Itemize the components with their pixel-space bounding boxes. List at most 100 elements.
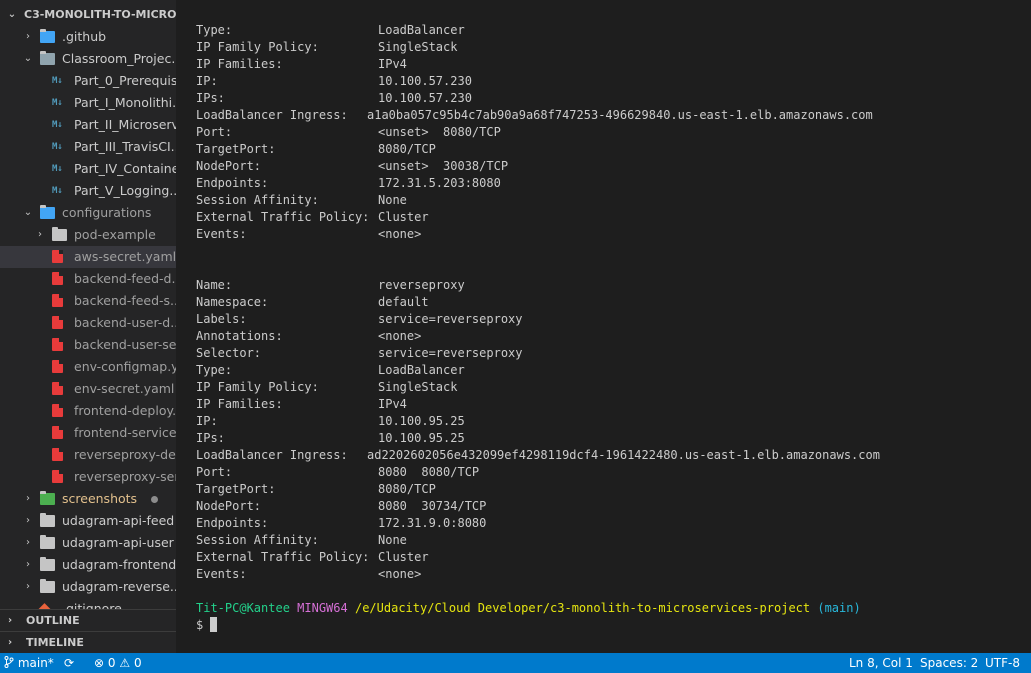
explorer-item[interactable]: › udagram-reverse...	[0, 576, 176, 598]
chevron-right-icon: ›	[8, 637, 13, 648]
terminal-value: 8080 8080/TCP	[378, 465, 480, 479]
explorer-item[interactable]: env-secret.yaml	[0, 378, 176, 400]
explorer-item[interactable]: aws-secret.yaml	[0, 246, 176, 268]
modified-dot-icon	[151, 496, 158, 503]
terminal-key: Port:	[196, 125, 233, 139]
terminal-value: <none>	[378, 567, 422, 581]
terminal-line: Name: reverseproxy	[196, 277, 880, 294]
status-bar: main* ⟳ ⊗ 0 ⚠ 0 Ln 8, Col 1 Spaces: 2 UT…	[0, 653, 1031, 673]
outline-label: OUTLINE	[26, 614, 80, 627]
yaml-file-icon	[52, 250, 63, 263]
explorer-item[interactable]: env-configmap.y...	[0, 356, 176, 378]
terminal-value: <none>	[378, 227, 422, 241]
explorer-root-folder[interactable]: ⌄ C3-MONOLITH-TO-MICRO...	[0, 4, 176, 26]
terminal-key: IP Family Policy:	[196, 380, 319, 394]
chevron-right-icon: ›	[8, 615, 13, 626]
terminal-value: 8080/TCP	[378, 482, 436, 496]
explorer-item[interactable]: › pod-example	[0, 224, 176, 246]
explorer-item-label: Part_I_Monolithi...	[74, 95, 176, 110]
markdown-file-icon: M↓	[52, 76, 63, 86]
terminal-key: Port:	[196, 465, 233, 479]
terminal-key: Events:	[196, 227, 247, 241]
terminal-value: <unset> 8080/TCP	[378, 125, 501, 139]
chevron-right-icon: ›	[38, 229, 42, 240]
terminal-panel[interactable]: Type: LoadBalancer IP Family Policy: Single…	[176, 0, 1031, 653]
explorer-item-label: backend-feed-d...	[74, 271, 176, 286]
terminal-line: IP: 10.100.95.25	[196, 413, 880, 430]
chevron-right-icon: ›	[26, 559, 30, 570]
explorer-item-label: backend-feed-s...	[74, 293, 176, 308]
indentation-setting[interactable]: Spaces: 2	[920, 653, 978, 673]
terminal-value: service=reverseproxy	[378, 346, 523, 360]
explorer-item[interactable]: reverseproxy-ser...	[0, 466, 176, 488]
explorer-item[interactable]: backend-user-se...	[0, 334, 176, 356]
explorer-item[interactable]: › udagram-api-feed	[0, 510, 176, 532]
explorer-item[interactable]: ⌄ Classroom_Projec...	[0, 48, 176, 70]
terminal-key: TargetPort:	[196, 482, 276, 496]
prompt-path: /e/Udacity/Cloud Developer/c3-monolith-t…	[354, 601, 811, 615]
explorer-item[interactable]: backend-user-d...	[0, 312, 176, 334]
explorer-item[interactable]: M↓ Part_V_Logging....	[0, 180, 176, 202]
terminal-value: IPv4	[378, 397, 407, 411]
terminal-key: LoadBalancer Ingress:	[196, 448, 348, 462]
terminal-key: Name:	[196, 278, 233, 292]
yaml-file-icon	[52, 294, 63, 307]
timeline-panel-header[interactable]: › TIMELINE	[0, 631, 176, 653]
terminal-input-line[interactable]: $	[196, 617, 880, 634]
explorer-item-label: Part_IV_Containe...	[74, 161, 176, 176]
terminal-key: Endpoints:	[196, 516, 269, 530]
explorer-item[interactable]: frontend-service...	[0, 422, 176, 444]
chevron-right-icon: ›	[26, 537, 30, 548]
outline-panel-header[interactable]: › OUTLINE	[0, 609, 176, 632]
explorer-item[interactable]: › udagram-frontend	[0, 554, 176, 576]
prompt-shell: MINGW64	[297, 601, 348, 615]
terminal-value: Cluster	[378, 550, 429, 564]
branch-status[interactable]: main*	[4, 653, 54, 673]
branch-name: main*	[17, 656, 54, 670]
explorer-item[interactable]: ⌄ configurations	[0, 202, 176, 224]
terminal-key: Endpoints:	[196, 176, 269, 190]
terminal-line: External Traffic Policy: Cluster	[196, 549, 880, 566]
explorer-item[interactable]: M↓ Part_III_TravisCI....	[0, 136, 176, 158]
cursor-position[interactable]: Ln 8, Col 1	[849, 653, 913, 673]
terminal-value: IPv4	[378, 57, 407, 71]
terminal-key: NodePort:	[196, 159, 262, 173]
terminal-prompt-line: Tit-PC@Kantee MINGW64 /e/Udacity/Cloud D…	[196, 600, 880, 617]
terminal-line: Port: <unset> 8080/TCP	[196, 124, 880, 141]
file-encoding[interactable]: UTF-8	[985, 653, 1020, 673]
terminal-value: 8080 30734/TCP	[378, 499, 487, 513]
explorer-item-label: .github	[62, 29, 107, 44]
sync-icon[interactable]: ⟳	[64, 653, 74, 673]
terminal-value: LoadBalancer	[378, 23, 465, 37]
explorer-item[interactable]: › screenshots	[0, 488, 176, 510]
explorer-item[interactable]: › udagram-api-user	[0, 532, 176, 554]
special-folder-icon	[40, 205, 55, 219]
explorer-item[interactable]: › .github	[0, 26, 176, 48]
terminal-key: TargetPort:	[196, 142, 276, 156]
explorer-item-label: Part_0_Prerequis...	[74, 73, 176, 88]
explorer-item[interactable]: backend-feed-s...	[0, 290, 176, 312]
terminal-cursor	[210, 617, 218, 632]
terminal-line: NodePort: <unset> 30038/TCP	[196, 158, 880, 175]
explorer-item[interactable]: M↓ Part_IV_Containe...	[0, 158, 176, 180]
explorer-item[interactable]: backend-feed-d...	[0, 268, 176, 290]
prompt-user-host: Tit-PC@Kantee	[196, 601, 290, 615]
explorer-item-label: Part_II_Microserv...	[74, 117, 176, 132]
chevron-down-icon: ⌄	[23, 207, 33, 218]
explorer-item[interactable]: reverseproxy-de...	[0, 444, 176, 466]
terminal-line: IP Family Policy: SingleStack	[196, 379, 880, 396]
explorer-item[interactable]: M↓ Part_I_Monolithi...	[0, 92, 176, 114]
problems-status[interactable]: ⊗ 0 ⚠ 0	[94, 653, 142, 673]
terminal-value: 172.31.9.0:8080	[378, 516, 487, 530]
explorer-item[interactable]: M↓ Part_0_Prerequis...	[0, 70, 176, 92]
explorer-item-label: frontend-deploy...	[74, 403, 176, 418]
explorer-item[interactable]: M↓ Part_II_Microserv...	[0, 114, 176, 136]
terminal-line: IPs: 10.100.95.25	[196, 430, 880, 447]
folder-icon	[52, 227, 67, 241]
terminal-key: Namespace:	[196, 295, 269, 309]
terminal-key: IP Families:	[196, 57, 283, 71]
explorer-item[interactable]: frontend-deploy...	[0, 400, 176, 422]
explorer-item-label: udagram-api-user	[62, 535, 174, 550]
chevron-right-icon: ›	[26, 515, 30, 526]
